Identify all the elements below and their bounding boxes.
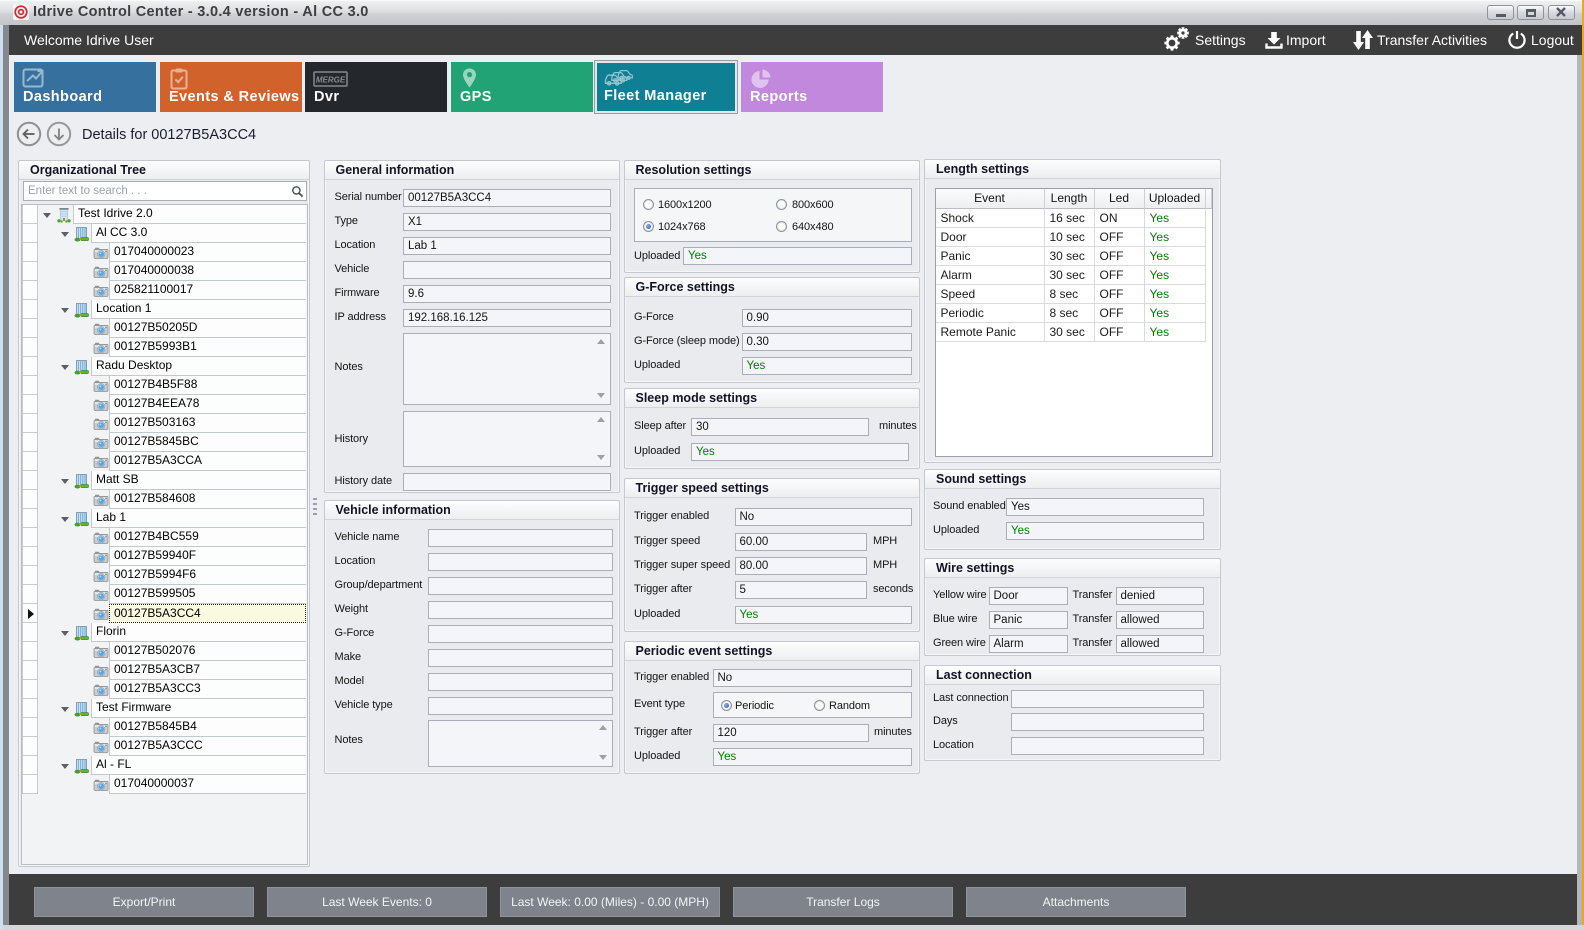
svg-text:MERGE: MERGE (316, 76, 346, 85)
